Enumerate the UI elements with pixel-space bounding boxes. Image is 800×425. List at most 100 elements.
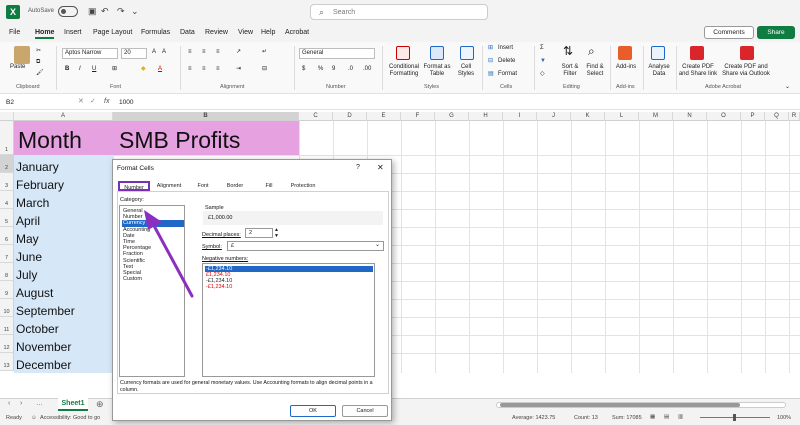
formula-enter-icon[interactable]: ✓ bbox=[90, 97, 96, 105]
increase-decimal-icon[interactable]: .0 bbox=[348, 66, 353, 73]
next-sheet-icon[interactable]: › bbox=[20, 400, 22, 407]
align-middle-icon[interactable]: ≡ bbox=[202, 49, 206, 56]
wrap-text-icon[interactable]: ↵ bbox=[262, 49, 267, 56]
search-input[interactable]: ⌕ Search bbox=[310, 4, 488, 20]
tab-home[interactable]: Home bbox=[35, 29, 55, 39]
increase-font-icon[interactable]: A bbox=[152, 49, 156, 56]
cell-month[interactable]: January bbox=[16, 160, 59, 174]
underline-icon[interactable]: U bbox=[92, 66, 96, 73]
tab-page-layout[interactable]: Page Layout bbox=[93, 29, 132, 36]
fill-icon[interactable]: ▼ bbox=[540, 58, 546, 65]
name-box[interactable]: B2 bbox=[4, 98, 62, 108]
align-top-icon[interactable]: ≡ bbox=[188, 49, 192, 56]
cell-month[interactable]: February bbox=[16, 178, 64, 192]
column-header[interactable]: A bbox=[14, 112, 113, 121]
orientation-icon[interactable]: ↗ bbox=[236, 49, 241, 56]
add-sheet-icon[interactable]: ⊕ bbox=[96, 399, 104, 410]
scrollbar-thumb[interactable] bbox=[500, 403, 740, 407]
merge-center-icon[interactable]: ⊟ bbox=[262, 66, 267, 73]
accounting-format-icon[interactable]: $ bbox=[302, 66, 305, 73]
tab-fill[interactable]: Fill bbox=[259, 181, 279, 191]
column-header[interactable]: I bbox=[503, 112, 537, 121]
help-icon[interactable]: ? bbox=[356, 164, 360, 171]
align-bottom-icon[interactable]: ≡ bbox=[216, 49, 220, 56]
column-header[interactable]: N bbox=[673, 112, 707, 121]
sort-filter-icon[interactable]: ⇅ bbox=[563, 45, 573, 57]
cell-styles-button[interactable]: Cell Styles bbox=[452, 64, 480, 78]
find-select-button[interactable]: Find & Select bbox=[582, 64, 608, 78]
format-cells-button[interactable]: Format bbox=[498, 71, 517, 78]
paste-icon[interactable] bbox=[14, 46, 30, 64]
ok-button[interactable]: OK bbox=[290, 405, 336, 417]
row-header[interactable]: 6 bbox=[0, 227, 14, 245]
negative-option[interactable]: -£1,234.10 bbox=[205, 284, 373, 290]
cell-styles-icon[interactable] bbox=[460, 46, 474, 60]
column-header[interactable]: G bbox=[435, 112, 469, 121]
cell-a1-month[interactable]: Month bbox=[14, 121, 113, 155]
sheet-tab[interactable]: Sheet1 bbox=[58, 398, 88, 411]
column-header[interactable]: B bbox=[113, 112, 299, 121]
collapse-ribbon-icon[interactable]: ⌄ bbox=[785, 84, 790, 91]
column-header[interactable]: K bbox=[571, 112, 605, 121]
autosum-icon[interactable]: Σ bbox=[540, 45, 544, 52]
symbol-select[interactable]: £ bbox=[227, 241, 384, 251]
insert-cells-button[interactable]: Insert bbox=[498, 45, 513, 52]
addins-button[interactable]: Add-ins bbox=[612, 64, 640, 71]
undo-icon[interactable]: ↶ bbox=[101, 6, 109, 17]
select-all-corner[interactable] bbox=[0, 112, 14, 121]
row-header[interactable]: 5 bbox=[0, 209, 14, 227]
more-sheets-icon[interactable]: … bbox=[36, 400, 43, 407]
accessibility-icon[interactable]: ☺ bbox=[31, 415, 37, 421]
row-header[interactable]: 4 bbox=[0, 191, 14, 209]
tab-data[interactable]: Data bbox=[180, 29, 195, 36]
paste-label[interactable]: Paste bbox=[10, 64, 25, 71]
align-left-icon[interactable]: ≡ bbox=[188, 66, 192, 73]
column-header[interactable]: D bbox=[333, 112, 367, 121]
comma-style-icon[interactable]: 9 bbox=[332, 66, 335, 73]
row-header[interactable]: 10 bbox=[0, 299, 14, 317]
cell-month[interactable]: November bbox=[16, 340, 71, 354]
formula-cancel-icon[interactable]: ✕ bbox=[78, 97, 84, 105]
share-button[interactable]: Share bbox=[757, 26, 795, 39]
font-name-select[interactable]: Aptos Narrow bbox=[62, 48, 118, 59]
analyse-data-icon[interactable] bbox=[651, 46, 665, 60]
create-pdf-outlook-icon[interactable] bbox=[740, 46, 754, 60]
row-header[interactable]: 7 bbox=[0, 245, 14, 263]
normal-view-icon[interactable]: ▦ bbox=[650, 414, 655, 420]
conditional-formatting-icon[interactable] bbox=[396, 46, 410, 60]
tab-font[interactable]: Font bbox=[191, 181, 215, 191]
italic-icon[interactable]: I bbox=[79, 66, 81, 73]
row-header[interactable]: 12 bbox=[0, 335, 14, 353]
tab-insert[interactable]: Insert bbox=[64, 29, 82, 36]
tab-help[interactable]: Help bbox=[261, 29, 275, 36]
cell-b1-smb-profits[interactable]: SMB Profits bbox=[113, 121, 299, 155]
tab-file[interactable]: File bbox=[9, 29, 20, 36]
tab-protection[interactable]: Protection bbox=[285, 181, 321, 191]
borders-icon[interactable]: ⊞ bbox=[112, 66, 117, 73]
row-header[interactable]: 9 bbox=[0, 281, 14, 299]
formula-input[interactable]: 1000 bbox=[119, 98, 133, 108]
find-select-icon[interactable]: ⌕ bbox=[588, 45, 595, 57]
bold-icon[interactable]: B bbox=[65, 66, 69, 73]
tab-alignment[interactable]: Alignment bbox=[151, 181, 187, 191]
create-pdf-icon[interactable] bbox=[690, 46, 704, 60]
row-header[interactable]: 2 bbox=[0, 155, 14, 173]
font-color-icon[interactable]: A bbox=[158, 66, 162, 73]
column-header[interactable]: E bbox=[367, 112, 401, 121]
save-icon[interactable]: ▣ bbox=[88, 6, 97, 17]
tab-review[interactable]: Review bbox=[205, 29, 228, 36]
insert-cells-icon[interactable]: ⊞ bbox=[488, 45, 493, 52]
analyse-data-button[interactable]: Analyse Data bbox=[645, 64, 673, 78]
align-right-icon[interactable]: ≡ bbox=[216, 66, 220, 73]
tab-border[interactable]: Border bbox=[223, 181, 247, 191]
column-header[interactable]: P bbox=[741, 112, 765, 121]
tab-view[interactable]: View bbox=[238, 29, 253, 36]
redo-icon[interactable]: ↷ bbox=[117, 6, 125, 17]
font-size-select[interactable]: 20 bbox=[121, 48, 147, 59]
format-as-table-button[interactable]: Format as Table bbox=[421, 64, 453, 78]
decrease-decimal-icon[interactable]: .00 bbox=[363, 66, 371, 73]
close-icon[interactable]: ✕ bbox=[377, 163, 384, 172]
decimal-places-input[interactable]: 2 bbox=[245, 228, 273, 238]
align-center-icon[interactable]: ≡ bbox=[202, 66, 206, 73]
tab-formulas[interactable]: Formulas bbox=[141, 29, 170, 36]
